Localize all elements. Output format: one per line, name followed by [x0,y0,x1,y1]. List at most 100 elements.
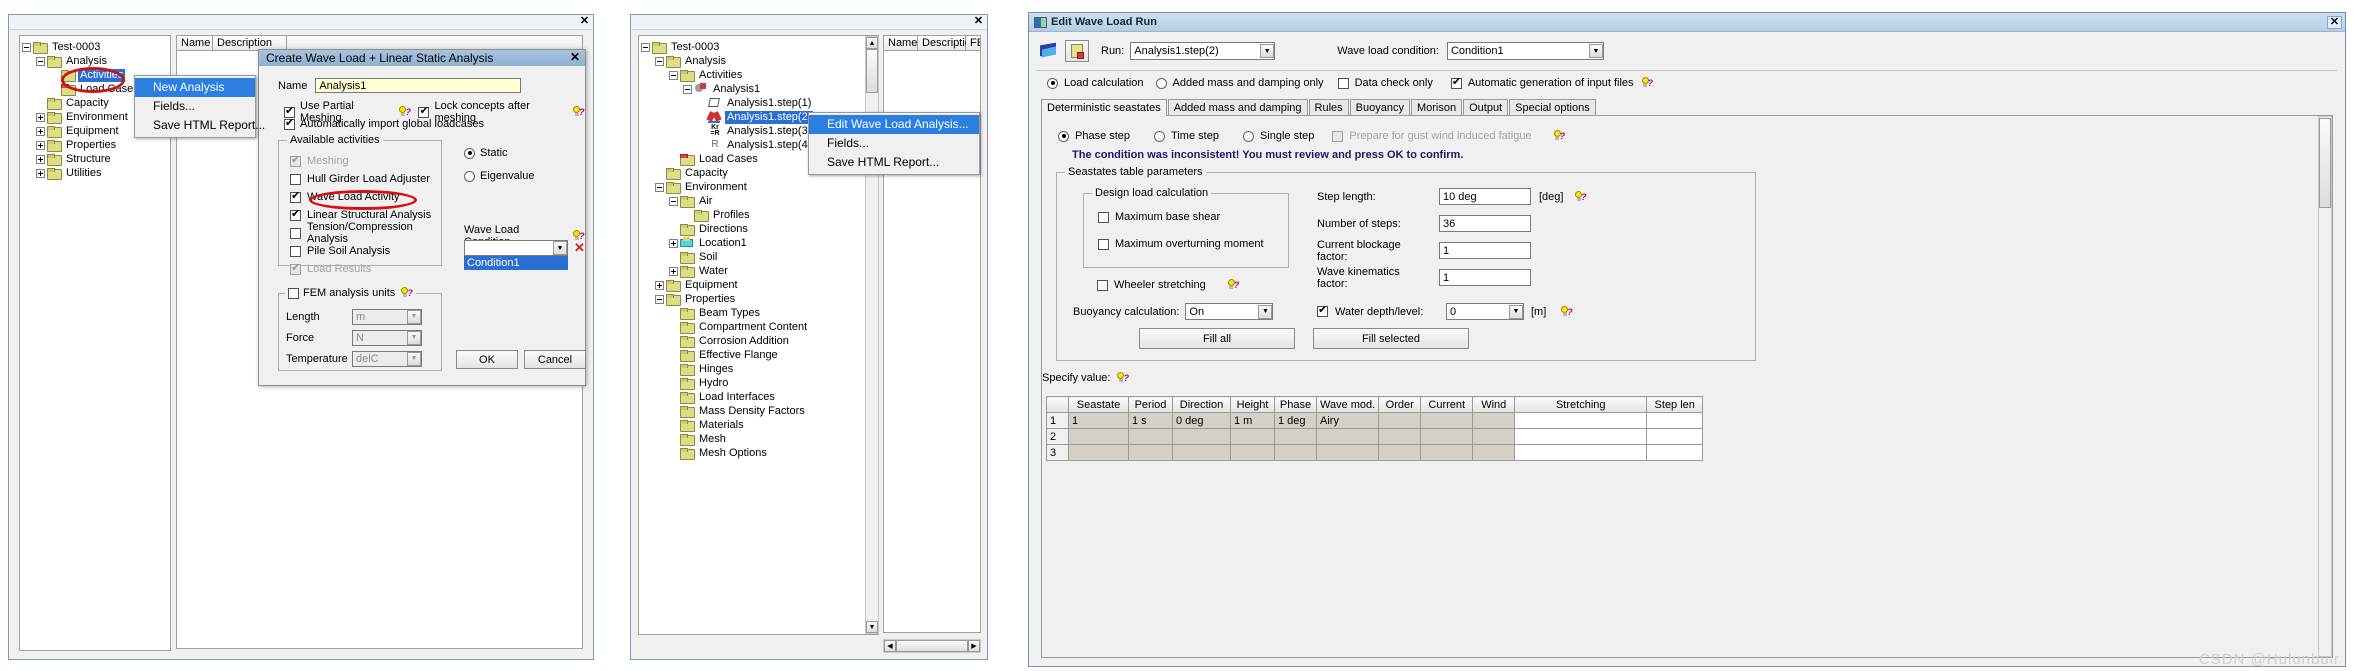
menu-item[interactable]: Save HTML Report... [135,116,265,135]
table-cell[interactable] [1420,428,1474,445]
tree-node[interactable]: Properties [641,292,876,306]
table-cell[interactable] [1420,444,1474,461]
tree-node[interactable]: Water [641,264,876,278]
activity-checkbox[interactable] [290,245,301,257]
table-cell[interactable] [1420,412,1474,429]
table-cell[interactable]: 0 deg [1172,412,1231,429]
column-header[interactable]: Height [1230,396,1275,413]
auto-import-checkbox[interactable] [284,117,295,130]
scroll-down-icon[interactable]: ▼ [866,621,878,633]
tree-node[interactable]: Profiles [641,208,876,222]
scroll-left-icon[interactable]: ◀ [884,640,896,652]
ok-button[interactable]: OK [456,350,518,369]
data-check-only-checkbox[interactable] [1337,77,1349,89]
activity-checkbox[interactable] [290,173,301,185]
panel-2-horizontal-scrollbar[interactable]: ◀ ▶ [883,639,981,653]
scroll-right-icon[interactable]: ▶ [968,640,980,652]
tree-node[interactable]: Location1 [641,236,876,250]
table-cell[interactable] [1646,444,1704,461]
tree-node[interactable]: Mesh [641,432,876,446]
added-mass-radio[interactable] [1155,77,1167,89]
chevron-down-icon[interactable]: ▼ [407,351,421,366]
fem-analysis-units-checkbox[interactable] [288,287,299,299]
table-row[interactable]: 2 [1046,428,1704,445]
menu-item[interactable]: Fields... [135,97,255,116]
tree-node[interactable]: Test-0003 [641,40,876,54]
tree-node[interactable]: Analysis [22,54,168,68]
help-bulb-icon[interactable]: ? [399,287,413,299]
column-header-name[interactable]: Name [177,36,213,50]
table-cell[interactable] [1274,444,1317,461]
chevron-down-icon[interactable]: ▼ [1260,44,1275,58]
param-input[interactable] [1439,242,1531,259]
column-header[interactable]: Wave mod. [1315,396,1380,413]
tree-node[interactable]: Test-0003 [22,40,168,54]
eigenvalue-radio[interactable] [464,170,475,182]
close-icon[interactable]: ✕ [577,16,592,29]
activity-checkbox[interactable] [290,227,301,239]
tree-node[interactable]: Mesh Options [641,446,876,460]
help-bulb-icon[interactable]: ? [1226,279,1240,291]
menu-item[interactable]: Save HTML Report... [809,153,979,172]
tree-node[interactable]: Compartment Content [641,320,876,334]
run-combo[interactable]: Analysis1.step(2) ▼ [1130,42,1276,60]
table-cell[interactable] [1172,444,1231,461]
cancel-button[interactable]: Cancel [524,350,586,369]
table-cell[interactable] [1378,444,1422,461]
tree-node[interactable]: Structure [22,152,168,166]
table-cell[interactable] [1315,428,1380,445]
expand-toggle-icon[interactable] [669,238,678,248]
fill-selected-button[interactable]: Fill selected [1313,328,1469,349]
buoyancy-combo[interactable]: On ▼ [1185,303,1274,320]
scrollbar-thumb[interactable] [866,49,878,93]
column-header[interactable]: Order [1378,396,1422,413]
panel-3-content-scrollbar[interactable] [2318,116,2332,657]
tree-node[interactable]: Analysis [641,54,876,68]
wave-load-condition-combo[interactable]: Condition1 ▼ [1446,42,1604,60]
chevron-down-icon[interactable]: ▼ [407,309,421,324]
tab-deterministic-seastates[interactable]: Deterministic seastates [1041,99,1167,116]
chevron-down-icon[interactable]: ▼ [553,241,567,255]
wave-icon[interactable] [1039,42,1059,60]
tab-special-options[interactable]: Special options [1509,99,1596,115]
chevron-down-icon[interactable]: ▼ [1258,304,1273,319]
help-bulb-icon[interactable]: ? [1115,372,1129,384]
water-depth-checkbox[interactable] [1317,304,1328,317]
tab-output[interactable]: Output [1463,99,1509,115]
table-cell[interactable] [1472,412,1516,429]
chevron-down-icon[interactable]: ▼ [1509,304,1523,319]
expand-toggle-icon[interactable] [655,280,664,290]
tree-node[interactable]: Properties [22,138,168,152]
column-header[interactable]: Seastate [1068,396,1129,413]
expand-toggle-icon[interactable] [36,168,45,178]
param-input[interactable] [1439,215,1531,232]
close-icon[interactable]: ✕ [971,16,986,29]
tree-node[interactable]: Load Interfaces [641,390,876,404]
activity-checkbox[interactable] [290,208,301,221]
fill-all-button[interactable]: Fill all [1139,328,1295,349]
report-icon[interactable] [1065,40,1089,62]
column-header-description[interactable]: Description [213,36,287,50]
table-cell[interactable] [1472,428,1516,445]
column-header-name[interactable]: Name [884,36,918,50]
wave-load-condition-combo[interactable]: ▼ [464,240,568,256]
auto-generation-checkbox[interactable] [1450,76,1462,89]
tab-morison[interactable]: Morison [1410,99,1463,115]
tree-node[interactable]: Hinges [641,362,876,376]
max-overturning-checkbox[interactable] [1098,238,1109,250]
table-cell[interactable] [1472,444,1516,461]
help-bulb-icon[interactable]: ? [1573,190,1587,203]
collapse-toggle-icon[interactable] [655,294,664,304]
table-cell[interactable]: 1 s [1128,412,1173,429]
table-cell[interactable] [1378,428,1422,445]
scroll-up-icon[interactable]: ▲ [866,37,878,49]
single-step-radio[interactable] [1242,130,1254,142]
table-cell[interactable] [1068,444,1129,461]
tree-node[interactable]: Soil [641,250,876,264]
collapse-toggle-icon[interactable] [22,42,31,52]
unit-combo[interactable]: delC ▼ [352,350,422,367]
column-header-fem[interactable]: FEM [966,36,980,50]
seastates-table[interactable]: Seastate Period Direction Height Phase Wave m… [1046,396,1704,461]
table-cell[interactable] [1128,444,1173,461]
unit-combo[interactable]: N ▼ [352,329,422,346]
